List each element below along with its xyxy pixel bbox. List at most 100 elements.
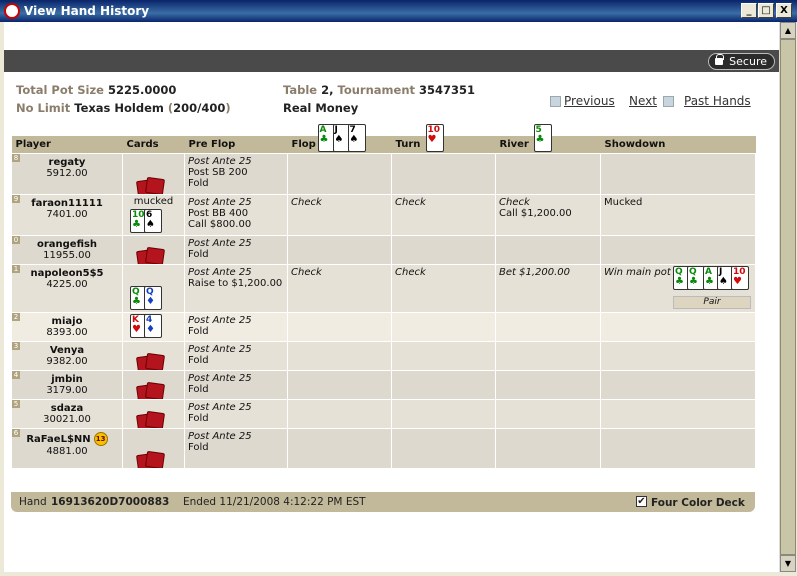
preflop-cell: Post Ante 25 Fold <box>184 398 288 429</box>
previous-arrow-icon[interactable] <box>550 96 561 107</box>
seat-number: 2 <box>12 312 20 321</box>
player-chips: 9382.00 <box>46 355 88 367</box>
next-arrow-icon[interactable] <box>663 96 674 107</box>
turn-cell <box>391 427 496 469</box>
player-chips: 5912.00 <box>46 167 88 179</box>
table-row: 5 sdaza 30021.00 Post Ante 25 Fold <box>11 398 756 429</box>
preflop-action: Fold <box>188 248 209 260</box>
preflop-action: Fold <box>188 325 209 337</box>
flop-action: Check <box>291 266 322 278</box>
close-button[interactable]: X <box>776 3 792 18</box>
showdown-cell <box>600 427 756 469</box>
flop-cell <box>287 311 392 342</box>
flop-cell <box>287 340 392 371</box>
preflop-action: Call $800.00 <box>188 218 252 230</box>
player-name: napoleon5$5 <box>30 267 104 279</box>
preflop-action: Post BB 400 <box>188 207 249 219</box>
table-row: 4 jmbin 3179.00 Post Ante 25 Fold <box>11 369 756 400</box>
showdown-cell: Mucked <box>600 193 756 236</box>
river-cell <box>495 340 601 371</box>
col-player: Player <box>11 136 123 153</box>
seat-number: 8 <box>12 153 20 162</box>
stakes: 200/400 <box>173 101 226 115</box>
flop-cell: Check <box>287 193 392 236</box>
river-cell <box>495 369 601 400</box>
table-row: 6 RaFaeL$NN 13 4881.00 Post Ante 25 Fold <box>11 427 756 469</box>
card-back-icon <box>135 450 166 467</box>
preflop-cell: Post Ante 25 Fold <box>184 234 288 265</box>
limit-label: No Limit <box>16 101 71 115</box>
river-card: 5 ♣ <box>533 124 552 152</box>
preflop-ante: Post Ante 25 <box>188 401 252 413</box>
pot-label: Total Pot Size <box>16 83 104 97</box>
footer-bar: Hand 16913620D7000883 Ended 11/21/2008 4… <box>11 492 755 512</box>
seat-number: 0 <box>12 235 20 244</box>
cards-cell: Q ♣ Q ♦ <box>122 263 185 313</box>
vertical-scrollbar[interactable]: ▲ ▼ <box>779 22 796 572</box>
flop-cell: Check <box>287 263 392 313</box>
player-chips: 7401.00 <box>46 208 88 220</box>
showdown-cell <box>600 340 756 371</box>
player-chips: 11955.00 <box>43 249 91 261</box>
showdown-cell <box>600 369 756 400</box>
scroll-up-icon[interactable]: ▲ <box>780 22 796 39</box>
four-color-label: Four Color Deck <box>651 497 745 509</box>
river-cell: Check Call $1,200.00 <box>495 193 601 236</box>
secure-label: Secure <box>729 55 767 68</box>
player-name: orangefish <box>36 238 98 250</box>
four-color-checkbox[interactable]: ✔ <box>636 496 647 507</box>
seat-number: 9 <box>12 194 20 203</box>
player-name: faraon11111 <box>31 197 103 209</box>
table-info: Table 2, Tournament 3547351 <box>283 83 475 97</box>
card-back-icon <box>135 352 166 369</box>
player-chips: 4225.00 <box>46 278 88 290</box>
col-preflop: Pre Flop <box>184 136 288 153</box>
preflop-action: Fold <box>188 441 209 453</box>
turn-cell <box>391 152 496 195</box>
turn-card: 10 ♥ <box>425 124 444 152</box>
preflop-action: Fold <box>188 412 209 424</box>
player-chips: 4881.00 <box>46 445 88 457</box>
player-cell: 6 RaFaeL$NN 13 4881.00 <box>11 427 123 469</box>
turn-cell <box>391 369 496 400</box>
turn-action: Check <box>395 266 426 278</box>
maximize-button[interactable]: □ <box>758 3 774 18</box>
previous-link[interactable]: Previous <box>564 94 615 108</box>
tournament-label: Tournament <box>337 83 416 97</box>
player-name: Venya <box>49 344 85 356</box>
turn-cell <box>391 340 496 371</box>
player-cell: 0 orangefish 11955.00 <box>11 234 123 265</box>
cards-cell: K ♥ 4 ♦ <box>122 311 185 342</box>
next-link[interactable]: Next <box>629 94 657 108</box>
mucked-label: mucked <box>133 195 174 207</box>
scroll-thumb[interactable] <box>780 39 796 555</box>
showdown-card: 10 ♥ <box>731 265 749 290</box>
hole-card: 6 ♠ <box>144 208 162 233</box>
table-header: Player Cards Pre Flop Flop A ♣ J ♠ 7 ♠ Turn 1… <box>11 124 756 153</box>
showdown-cell <box>600 398 756 429</box>
card-back-icon <box>135 176 166 193</box>
title-bar[interactable]: View Hand History _ □ X <box>0 0 797 22</box>
player-cell: 2 miajo 8393.00 <box>11 311 123 342</box>
river-action: Check <box>499 196 530 208</box>
past-hands-link[interactable]: Past Hands <box>684 94 751 108</box>
minimize-button[interactable]: _ <box>741 3 757 18</box>
preflop-cell: Post Ante 25 Fold <box>184 311 288 342</box>
hand-id: 16913620D7000883 <box>51 496 170 508</box>
money-info: Real Money <box>283 101 358 115</box>
cards-cell: mucked 10 ♣ 6 ♠ <box>122 193 185 236</box>
preflop-action: Raise to $1,200.00 <box>188 277 283 289</box>
preflop-cell: Post Ante 25 Post BB 400 Call $800.00 <box>184 193 288 236</box>
lock-icon <box>715 54 725 65</box>
hand-rank-label: Pair <box>673 295 751 309</box>
river-cell: Bet $1,200.00 <box>495 263 601 313</box>
turn-action: Check <box>395 196 426 208</box>
turn-card: 10 ♥ <box>425 124 444 152</box>
seat-number: 4 <box>12 370 20 379</box>
seat-number: 1 <box>12 264 20 273</box>
turn-cell <box>391 311 496 342</box>
cards-cell <box>122 369 185 400</box>
scroll-down-icon[interactable]: ▼ <box>780 555 796 572</box>
cards-cell <box>122 234 185 265</box>
total-pot: Total Pot Size 5225.0000 <box>16 83 176 97</box>
